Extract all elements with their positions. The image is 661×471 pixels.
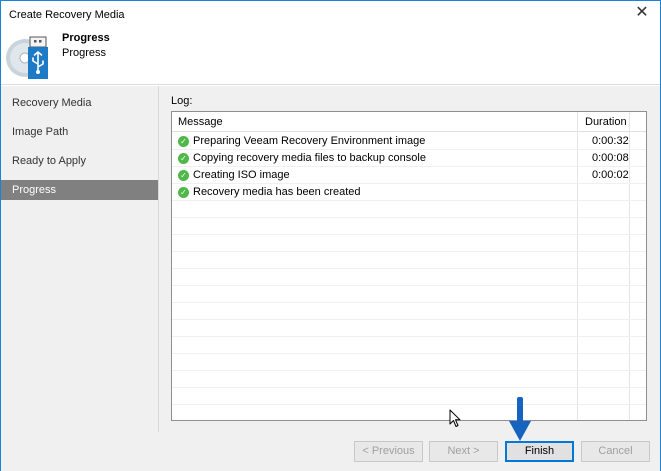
column-header-message[interactable]: Message [178,116,223,128]
log-duration: 0:00:02 [592,169,629,181]
row-divider [172,387,646,388]
wizard-steps-sidebar: Recovery Media Image Path Ready to Apply… [1,86,159,432]
wizard-footer: < Previous Next > Finish Cancel [1,432,660,471]
row-divider [172,285,646,286]
cancel-button[interactable]: Cancel [581,441,650,462]
log-row[interactable]: ✓ Creating ISO image 0:00:02 [172,167,646,184]
window-title: Create Recovery Media [9,9,125,21]
log-row[interactable]: ✓ Preparing Veeam Recovery Environment i… [172,133,646,150]
row-divider [172,336,646,337]
row-divider [172,319,646,320]
success-check-icon: ✓ [178,136,189,147]
log-duration: 0:00:32 [592,135,629,147]
step-image-path[interactable]: Image Path [1,122,158,142]
usb-disc-icon [6,36,48,79]
success-check-icon: ✓ [178,187,189,198]
row-divider [172,353,646,354]
step-ready-to-apply[interactable]: Ready to Apply [1,151,158,171]
log-message: Preparing Veeam Recovery Environment ima… [193,135,426,147]
wizard-header: Progress Progress [1,29,660,85]
row-divider [172,370,646,371]
row-divider [172,302,646,303]
log-table-header: Message Duration [172,112,646,132]
finish-button[interactable]: Finish [505,441,574,462]
log-row[interactable]: ✓ Copying recovery media files to backup… [172,150,646,167]
previous-button[interactable]: < Previous [354,441,423,462]
progress-panel: Log: Message Duration ✓ Preparing Veeam … [159,86,660,432]
annotation-arrow-icon [509,397,531,441]
close-icon[interactable]: ✕ [634,5,650,21]
success-check-icon: ✓ [178,170,189,181]
wizard-body: Recovery Media Image Path Ready to Apply… [1,86,660,432]
next-button[interactable]: Next > [429,441,498,462]
step-recovery-media[interactable]: Recovery Media [1,93,158,113]
page-title: Progress [62,32,110,44]
log-message: Creating ISO image [193,169,290,181]
log-table[interactable]: Message Duration ✓ Preparing Veeam Recov… [171,111,647,421]
row-divider [172,268,646,269]
page-subtitle: Progress [62,47,107,59]
title-bar: Create Recovery Media ✕ [1,1,660,29]
column-header-duration[interactable]: Duration [585,116,627,128]
log-row[interactable]: ✓ Recovery media has been created [172,184,646,201]
row-divider [172,217,646,218]
log-label: Log: [171,95,193,107]
row-divider [172,234,646,235]
row-divider [172,404,646,405]
log-message: Copying recovery media files to backup c… [193,152,426,164]
log-message: Recovery media has been created [193,186,361,198]
success-check-icon: ✓ [178,153,189,164]
row-divider [172,251,646,252]
wizard-window: Create Recovery Media ✕ Progress Progres… [0,0,661,471]
step-progress[interactable]: Progress [1,180,158,200]
mouse-cursor-icon [449,409,461,427]
log-duration: 0:00:08 [592,152,629,164]
